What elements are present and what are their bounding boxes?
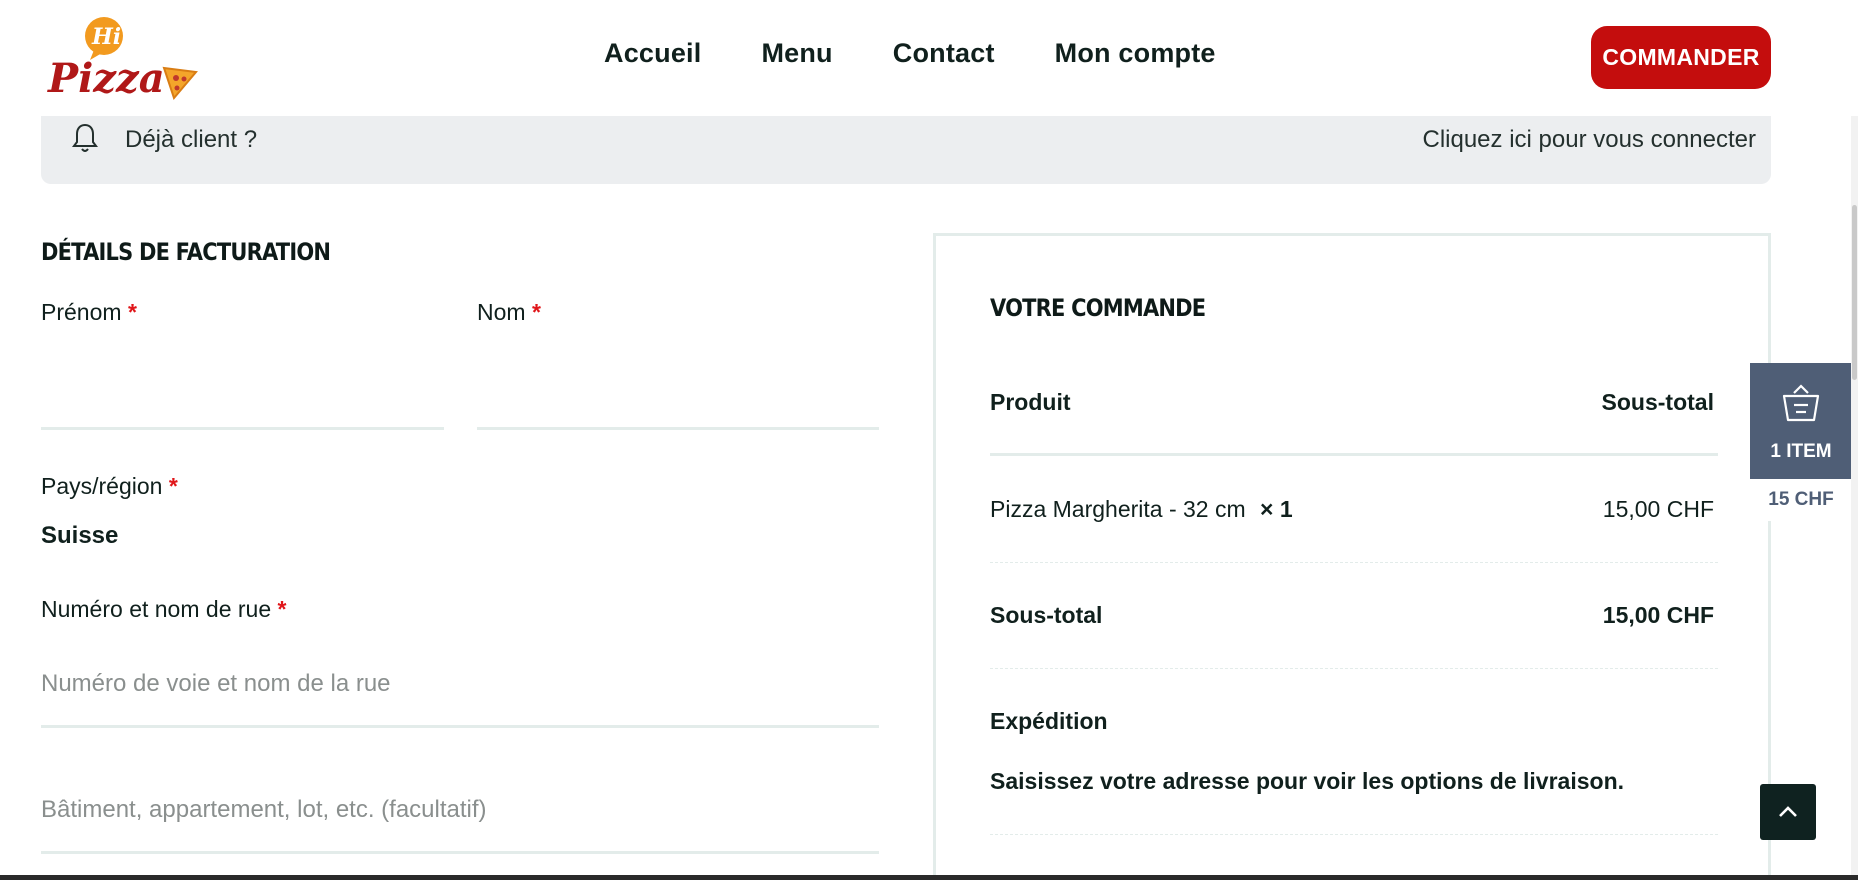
required-mark: * (531, 299, 541, 325)
street-address-placeholder: Numéro de voie et nom de la rue (41, 670, 391, 697)
col-subtotal-header: Sous-total (1601, 389, 1714, 415)
returning-customer-question: Déjà client ? (125, 126, 258, 153)
street-label-text: Numéro et nom de rue (41, 596, 272, 622)
last-name-label-text: Nom (477, 299, 526, 325)
svg-text:Hi: Hi (91, 24, 121, 50)
nav-accueil[interactable]: Accueil (604, 38, 701, 69)
country-value: Suisse (41, 522, 119, 549)
chevron-up-icon (1779, 806, 1797, 817)
street-label: Numéro et nom de rue * (41, 596, 286, 623)
last-name-label: Nom * (477, 299, 541, 326)
commander-button[interactable]: COMMANDER (1591, 26, 1771, 89)
required-mark: * (168, 473, 178, 499)
divider (990, 834, 1718, 835)
required-mark: * (127, 299, 137, 325)
main-nav: Accueil Menu Contact Mon compte (604, 38, 1216, 69)
cart-total: 15 CHF (1750, 479, 1852, 521)
nav-contact[interactable]: Contact (893, 38, 995, 69)
col-product-header: Produit (990, 389, 1071, 415)
scroll-to-top-button[interactable] (1760, 784, 1816, 840)
divider (990, 668, 1718, 669)
first-name-label-text: Prénom (41, 299, 122, 325)
first-name-label: Prénom * (41, 299, 137, 326)
shipping-label: Expédition (990, 708, 1108, 734)
hi-pizza-logo[interactable]: Hi Pizza (46, 16, 198, 102)
cart-item-count: 1 ITEM (1770, 441, 1832, 462)
login-link[interactable]: Cliquez ici pour vous connecter (1422, 126, 1756, 154)
subtotal-label: Sous-total (990, 602, 1103, 628)
mini-cart-toggle[interactable]: 1 ITEM (1750, 363, 1852, 479)
site-header: Hi Pizza Accueil Menu Contact Mon compte… (0, 0, 1858, 116)
last-name-field[interactable] (477, 360, 879, 430)
shipping-note: Saisissez votre adresse pour voir les op… (990, 768, 1625, 794)
street-address-2-field[interactable]: Bâtiment, appartement, lot, etc. (facult… (41, 784, 879, 854)
nav-mon-compte[interactable]: Mon compte (1055, 38, 1216, 69)
street-address-field[interactable]: Numéro de voie et nom de la rue (41, 658, 879, 728)
required-mark: * (277, 596, 287, 622)
nav-menu[interactable]: Menu (761, 38, 832, 69)
mini-cart[interactable]: 1 ITEM 15 CHF (1750, 363, 1852, 521)
window-bottom-edge (0, 875, 1858, 880)
page-scrollbar-thumb[interactable] (1852, 205, 1857, 380)
first-name-field[interactable] (41, 360, 444, 430)
street-address-2-placeholder: Bâtiment, appartement, lot, etc. (facult… (41, 796, 487, 823)
divider (990, 453, 1718, 456)
order-item-qty: × 1 (1260, 496, 1293, 522)
country-label: Pays/région * (41, 473, 178, 500)
basket-icon (1782, 384, 1820, 422)
bell-icon (72, 123, 98, 152)
order-summary: VOTRE COMMANDE Produit Sous-total Pizza … (933, 233, 1771, 880)
returning-customer-notice: Déjà client ? Cliquez ici pour vous conn… (41, 104, 1771, 184)
country-label-text: Pays/région (41, 473, 163, 499)
order-item-price: 15,00 CHF (1602, 496, 1714, 522)
order-title: VOTRE COMMANDE (990, 294, 1206, 322)
subtotal-value: 15,00 CHF (1602, 602, 1714, 628)
svg-text:Pizza: Pizza (47, 55, 165, 100)
order-item-name: Pizza Margherita - 32 cm × 1 (990, 496, 1293, 523)
order-item-name-text: Pizza Margherita - 32 cm (990, 496, 1246, 522)
page-scrollbar[interactable] (1851, 0, 1858, 880)
divider (990, 562, 1718, 563)
billing-title: DÉTAILS DE FACTURATION (41, 238, 331, 266)
